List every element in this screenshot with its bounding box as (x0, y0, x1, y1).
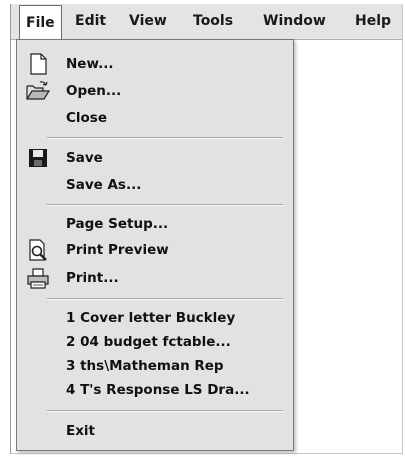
recent-file-item[interactable]: 4 T's Response LS Dra... (17, 377, 293, 403)
file-menu-dropdown: New... Open... Close Save Save As... Pag… (16, 39, 294, 451)
menu-item-page-setup-label: Page Setup... (66, 216, 169, 232)
menu-edit[interactable]: Edit (69, 4, 112, 39)
menu-item-print[interactable]: Print... (17, 265, 293, 291)
floppy-disk-icon (25, 146, 51, 170)
menu-item-print-label: Print... (66, 270, 119, 286)
menu-view[interactable]: View (123, 4, 173, 39)
menu-item-save-as-label: Save As... (66, 177, 142, 193)
recent-file-label: 1 Cover letter Buckley (66, 310, 236, 326)
recent-file-item[interactable]: 1 Cover letter Buckley (17, 305, 293, 331)
recent-file-label: 2 04 budget fctable... (66, 334, 231, 350)
recent-file-item[interactable]: 2 04 budget fctable... (17, 329, 293, 355)
menu-item-close-label: Close (66, 110, 108, 126)
menu-item-exit-label: Exit (66, 423, 96, 439)
menu-item-print-preview-label: Print Preview (66, 242, 169, 258)
recent-file-label: 3 ths\Matheman Rep (66, 358, 224, 374)
menu-item-save-as[interactable]: Save As... (17, 172, 293, 198)
menu-item-new-label: New... (66, 56, 114, 72)
recent-file-label: 4 T's Response LS Dra... (66, 382, 250, 398)
menu-tools[interactable]: Tools (187, 4, 239, 39)
menu-separator (47, 410, 283, 412)
menu-item-open[interactable]: Open... (17, 78, 293, 104)
new-document-icon (25, 52, 51, 76)
menu-help[interactable]: Help (349, 4, 397, 39)
menu-file[interactable]: File (19, 5, 62, 40)
menu-separator (47, 298, 283, 300)
menu-window[interactable]: Window (257, 4, 332, 39)
menu-item-open-label: Open... (66, 83, 122, 99)
open-folder-icon (25, 79, 51, 103)
menu-separator (47, 137, 283, 139)
menu-bar: File Edit View Tools Window Help (11, 4, 402, 40)
menu-item-close[interactable]: Close (17, 105, 293, 131)
recent-file-item[interactable]: 3 ths\Matheman Rep (17, 353, 293, 379)
menu-separator (47, 204, 283, 206)
menu-item-new[interactable]: New... (17, 51, 293, 77)
menu-item-exit[interactable]: Exit (17, 418, 293, 444)
print-preview-icon (25, 238, 51, 262)
printer-icon (25, 266, 51, 290)
menu-item-save[interactable]: Save (17, 145, 293, 171)
menu-item-print-preview[interactable]: Print Preview (17, 237, 293, 263)
menu-item-save-label: Save (66, 150, 103, 166)
menu-item-page-setup[interactable]: Page Setup... (17, 211, 293, 237)
